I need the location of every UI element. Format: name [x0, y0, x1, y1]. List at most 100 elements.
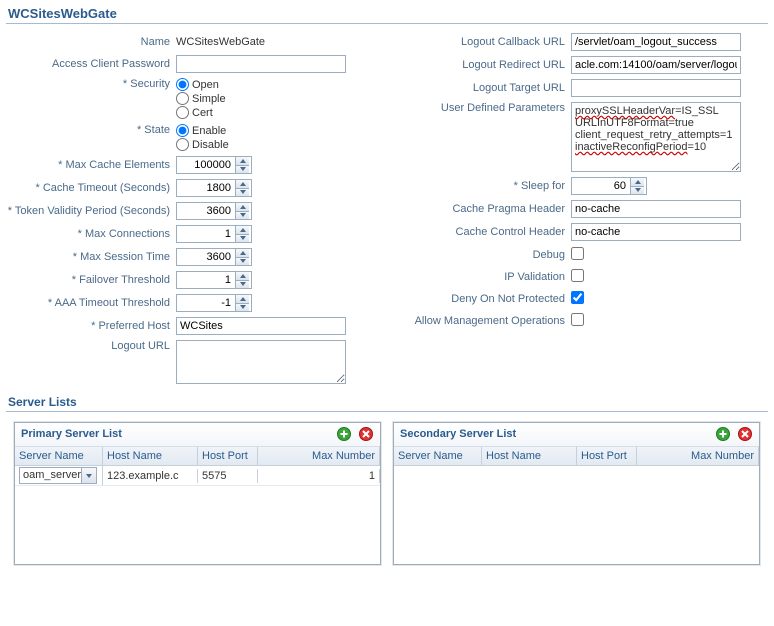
debug-label: Debug: [391, 246, 571, 261]
logout-cb-label: Logout Callback URL: [391, 33, 571, 48]
spin-down-icon[interactable]: [236, 257, 249, 266]
max-session-spinner[interactable]: [176, 248, 252, 266]
failover-input[interactable]: [177, 272, 235, 288]
security-open[interactable]: Open: [176, 78, 383, 91]
max-session-input[interactable]: [177, 249, 235, 265]
token-validity-label: * Token Validity Period (Seconds): [6, 202, 176, 217]
delete-icon[interactable]: [358, 426, 374, 442]
spin-down-icon[interactable]: [236, 234, 249, 243]
token-validity-spinner[interactable]: [176, 202, 252, 220]
cache-timeout-input[interactable]: [177, 180, 235, 196]
col-host-port[interactable]: Host Port: [198, 447, 258, 465]
sleep-label: * Sleep for: [391, 177, 571, 192]
debug-checkbox[interactable]: [571, 247, 584, 260]
logout-target-input[interactable]: [571, 79, 741, 97]
spin-down-icon[interactable]: [236, 211, 249, 220]
server-lists-area: Primary Server List Server Name Host Nam…: [0, 416, 774, 579]
spin-up-icon[interactable]: [236, 180, 249, 188]
cache-timeout-spinner[interactable]: [176, 179, 252, 197]
cache-control-input[interactable]: [571, 223, 741, 241]
state-disable[interactable]: Disable: [176, 138, 383, 151]
sleep-input[interactable]: [572, 178, 630, 194]
logout-url-textarea[interactable]: [176, 340, 346, 384]
security-cert[interactable]: Cert: [176, 106, 383, 119]
security-label: * Security: [6, 75, 176, 90]
aaa-input[interactable]: [177, 295, 235, 311]
max-cache-label: * Max Cache Elements: [6, 156, 176, 171]
spin-up-icon[interactable]: [631, 178, 644, 186]
deny-label: Deny On Not Protected: [391, 290, 571, 305]
token-validity-input[interactable]: [177, 203, 235, 219]
secondary-server-panel: Secondary Server List Server Name Host N…: [393, 422, 760, 565]
security-radio-group: Open Simple Cert: [176, 75, 383, 119]
chevron-down-icon[interactable]: [81, 468, 96, 483]
ipval-label: IP Validation: [391, 268, 571, 283]
add-icon[interactable]: [715, 426, 731, 442]
spin-down-icon[interactable]: [236, 165, 249, 174]
col-server-name[interactable]: Server Name: [15, 447, 103, 465]
page-title: WCSitesWebGate: [0, 0, 774, 23]
allow-mgmt-checkbox[interactable]: [571, 313, 584, 326]
col-max-number[interactable]: Max Number: [258, 447, 380, 465]
col-host-name[interactable]: Host Name: [482, 447, 577, 465]
sleep-spinner[interactable]: [571, 177, 647, 195]
ipval-checkbox[interactable]: [571, 269, 584, 282]
logout-redir-label: Logout Redirect URL: [391, 56, 571, 71]
deny-checkbox[interactable]: [571, 291, 584, 304]
col-host-name[interactable]: Host Name: [103, 447, 198, 465]
spin-up-icon[interactable]: [236, 272, 249, 280]
logout-url-label: Logout URL: [6, 337, 176, 352]
max-cache-spinner[interactable]: [176, 156, 252, 174]
spin-up-icon[interactable]: [236, 226, 249, 234]
max-session-label: * Max Session Time: [6, 248, 176, 263]
spin-up-icon[interactable]: [236, 203, 249, 211]
acp-label: Access Client Password: [6, 55, 176, 70]
security-simple[interactable]: Simple: [176, 92, 383, 105]
delete-icon[interactable]: [737, 426, 753, 442]
server-lists-title: Server Lists: [0, 389, 774, 411]
udp-label: User Defined Parameters: [391, 99, 571, 114]
spin-up-icon[interactable]: [236, 157, 249, 165]
acp-input[interactable]: [176, 55, 346, 73]
udp-textarea[interactable]: proxySSLHeaderVar=IS_SSL URLInUTF8Format…: [571, 102, 741, 172]
left-column: Name WCSitesWebGate Access Client Passwo…: [6, 28, 383, 389]
divider: [6, 23, 768, 24]
max-cache-input[interactable]: [177, 157, 235, 173]
table-row[interactable]: oam_server 123.example.c 5575 1: [15, 466, 380, 486]
pref-host-label: * Preferred Host: [6, 317, 176, 332]
max-conn-spinner[interactable]: [176, 225, 252, 243]
logout-target-label: Logout Target URL: [391, 79, 571, 94]
name-label: Name: [6, 33, 176, 48]
allow-mgmt-label: Allow Management Operations: [391, 312, 571, 327]
aaa-spinner[interactable]: [176, 294, 252, 312]
cache-control-label: Cache Control Header: [391, 223, 571, 238]
max-conn-input[interactable]: [177, 226, 235, 242]
cache-pragma-input[interactable]: [571, 200, 741, 218]
secondary-title: Secondary Server List: [400, 428, 516, 440]
col-max-number[interactable]: Max Number: [637, 447, 759, 465]
aaa-label: * AAA Timeout Threshold: [6, 294, 176, 309]
spin-down-icon[interactable]: [236, 188, 249, 197]
server-name-combo[interactable]: oam_server: [19, 467, 97, 484]
pref-host-input[interactable]: [176, 317, 346, 335]
form-area: Name WCSitesWebGate Access Client Passwo…: [0, 28, 774, 389]
primary-grid-header: Server Name Host Name Host Port Max Numb…: [15, 447, 380, 466]
logout-cb-input[interactable]: [571, 33, 741, 51]
logout-redir-input[interactable]: [571, 56, 741, 74]
cache-pragma-label: Cache Pragma Header: [391, 200, 571, 215]
primary-server-panel: Primary Server List Server Name Host Nam…: [14, 422, 381, 565]
col-host-port[interactable]: Host Port: [577, 447, 637, 465]
col-server-name[interactable]: Server Name: [394, 447, 482, 465]
spin-down-icon[interactable]: [631, 186, 644, 195]
state-enable[interactable]: Enable: [176, 124, 383, 137]
spin-down-icon[interactable]: [236, 303, 249, 312]
name-value: WCSitesWebGate: [176, 33, 383, 48]
spin-down-icon[interactable]: [236, 280, 249, 289]
spin-up-icon[interactable]: [236, 249, 249, 257]
cache-timeout-label: * Cache Timeout (Seconds): [6, 179, 176, 194]
spin-up-icon[interactable]: [236, 295, 249, 303]
failover-spinner[interactable]: [176, 271, 252, 289]
cell-host-name: 123.example.c: [103, 469, 198, 483]
divider: [6, 411, 768, 412]
add-icon[interactable]: [336, 426, 352, 442]
